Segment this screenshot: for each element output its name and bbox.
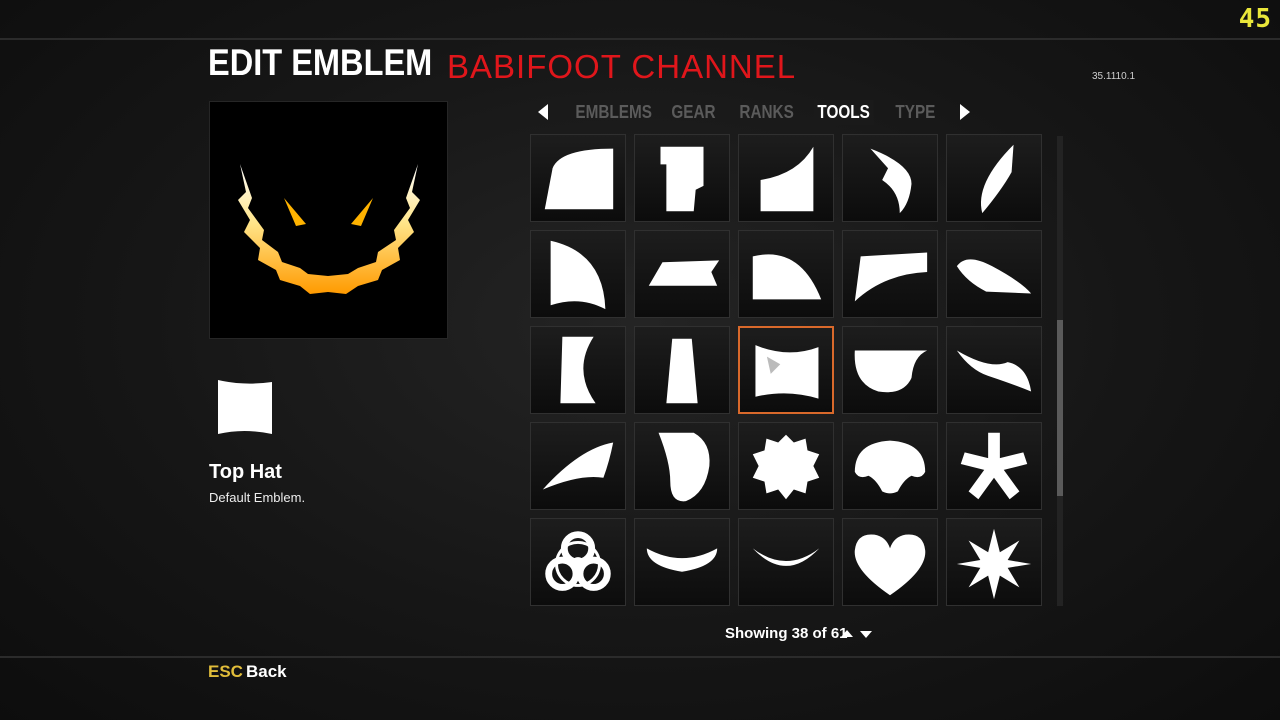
grid-item-19[interactable] [842,422,938,510]
tab-ranks[interactable]: RANKS [736,100,797,125]
dome-shape-icon [752,254,822,300]
biohazard-icon [545,531,611,591]
grid-item-21[interactable] [530,518,626,606]
top-hat-preview-icon [218,380,272,434]
grid-item-23[interactable] [738,518,834,606]
blade-shape-icon [542,442,614,490]
swoosh-shape-icon [854,252,928,302]
grid-item-13[interactable] [738,326,834,414]
tab-emblems[interactable]: EMBLEMS [572,100,655,125]
grid-item-6[interactable] [530,230,626,318]
crescent-notch-shape-icon [560,336,596,404]
emblem-shape-grid [530,134,1050,614]
back-label: Back [245,662,287,681]
grinning-face-emblem-icon [238,164,420,294]
channel-watermark: BABIFOOT CHANNEL [447,48,797,85]
selected-item-name: Top Hat [209,461,282,483]
grid-item-14[interactable] [842,326,938,414]
tab-tools[interactable]: TOOLS [814,100,874,125]
heart-icon [854,534,926,596]
tab-type[interactable]: TYPE [892,100,939,125]
notched-rectangle-shape-icon [660,146,704,212]
tab-prev-arrow-icon[interactable] [538,104,548,120]
arc-band-shape-icon [646,548,718,572]
selected-item-description: Default Emblem. [209,490,306,505]
grid-item-11[interactable] [530,326,626,414]
page-down-arrow-icon[interactable] [860,631,872,638]
bottom-divider [0,656,1280,658]
grid-item-9[interactable] [842,230,938,318]
grid-item-2[interactable] [634,134,730,222]
grid-item-16[interactable] [530,422,626,510]
thin-arc-shape-icon [752,548,820,566]
grid-item-25[interactable] [946,518,1042,606]
page-title: EDIT EMBLEM [208,42,433,83]
grid-item-1[interactable] [530,134,626,222]
bowl-shape-icon [854,350,928,393]
back-button[interactable]: ESC Back [208,662,287,682]
grid-item-5[interactable] [946,134,1042,222]
showing-count: Showing 38 of 61 [725,625,848,642]
grid-item-15[interactable] [946,326,1042,414]
grid-item-22[interactable] [634,518,730,606]
grid-item-10[interactable] [946,230,1042,318]
grid-item-18[interactable] [738,422,834,510]
quarter-round-shape-icon [544,148,614,210]
version-label: 35.1110.1 [1092,71,1136,82]
grid-item-12[interactable] [634,326,730,414]
grid-item-4[interactable] [842,134,938,222]
wave-flag-shape-icon [755,345,819,399]
grid-item-24[interactable] [842,518,938,606]
thorn-shape-icon [980,144,1014,214]
page-up-arrow-icon[interactable] [841,630,853,637]
grid-item-8[interactable] [738,230,834,318]
grid-item-20[interactable] [946,422,1042,510]
grid-item-3[interactable] [738,134,834,222]
tab-next-arrow-icon[interactable] [960,104,970,120]
mushroom-shape-icon [854,440,926,494]
fps-counter: 45 [1238,4,1272,34]
hook-shape-icon [870,148,912,214]
fin-shape-icon [956,259,1032,294]
top-divider [0,38,1280,40]
grid-item-17[interactable] [634,422,730,510]
ramp-curve-shape-icon [760,146,814,212]
tab-gear[interactable]: GEAR [668,100,719,125]
trapezoid-shape-icon [666,338,698,404]
star-badge-shape-icon [752,434,820,500]
emblem-preview [209,101,448,339]
category-tabs: EMBLEMS GEAR RANKS TOOLS TYPE [530,96,990,128]
asterisk-shape-icon [960,432,1028,500]
grid-item-7[interactable] [634,230,730,318]
esc-key-label: ESC [208,662,243,681]
grid-scrollbar-thumb[interactable] [1057,320,1063,496]
shield-shape-icon [658,432,710,502]
wing-shape-icon [550,240,606,310]
star-burst-icon [956,528,1032,600]
parallelogram-shape-icon [648,260,720,286]
tail-curve-shape-icon [956,350,1032,392]
